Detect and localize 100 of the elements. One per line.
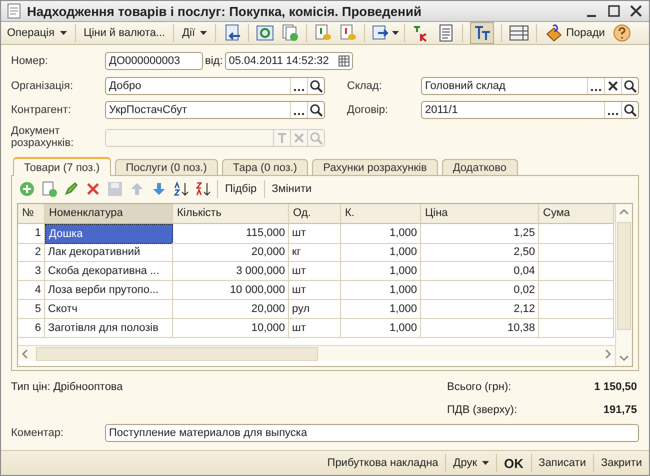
table-cell: 1,000 [341, 281, 421, 300]
total-label: ПДВ (зверху): [447, 404, 518, 416]
delete-icon[interactable] [85, 181, 101, 198]
search-icon[interactable] [307, 102, 324, 118]
table-cell: рул [289, 300, 341, 320]
horizontal-scrollbar[interactable] [18, 345, 615, 362]
caret-icon[interactable] [392, 31, 400, 36]
table-cell: 6 [18, 319, 45, 338]
copy-add-icon[interactable] [41, 181, 57, 198]
menu-button[interactable]: Ціни й валюта... [80, 25, 168, 42]
table-cell: шт [289, 319, 341, 338]
reference-field[interactable]: УкрПостачСбут [105, 101, 325, 120]
tab[interactable]: Тара (0 поз.) [222, 159, 308, 176]
table-cell: шт [289, 281, 341, 300]
column-header[interactable]: Кількість [173, 204, 289, 224]
document-arrow-icon[interactable] [372, 24, 390, 42]
sort-ascending-icon[interactable] [173, 181, 189, 198]
number-field[interactable]: ДО000000003 [105, 52, 203, 70]
field-label: Контрагент: [11, 104, 72, 116]
sort-descending-icon[interactable] [195, 181, 211, 198]
menu-button[interactable]: Дії [179, 25, 210, 42]
table-cell: Заготівля для полозів [45, 319, 173, 338]
more-icon[interactable] [604, 102, 621, 118]
vertical-scrollbar[interactable] [615, 204, 632, 366]
date-label: від: [205, 55, 223, 68]
field-label: Організація: [11, 80, 74, 92]
column-header[interactable]: Ціна [421, 204, 539, 224]
caret-icon [200, 31, 208, 36]
tab[interactable]: Послуги (0 поз.) [114, 159, 218, 176]
more-icon[interactable] [290, 102, 307, 118]
maximize-icon[interactable] [607, 4, 621, 18]
table-cell: 1,000 [341, 319, 421, 338]
action-button[interactable]: Прибуткова накладна [324, 455, 442, 472]
action-button[interactable]: Записати [536, 455, 589, 472]
price-type-label: Тип цін: Дрібнооптова [11, 381, 123, 396]
column-header[interactable]: Номенклатура [45, 204, 173, 224]
filter-tree-icon[interactable] [470, 22, 494, 44]
more-icon[interactable] [587, 78, 604, 94]
list-document-icon[interactable] [437, 24, 456, 42]
table-cell: Лак декоративний [45, 243, 173, 262]
pick-button[interactable]: Підбір [222, 181, 260, 198]
caret-icon [482, 461, 490, 466]
close-icon[interactable] [629, 4, 643, 18]
copy-add-icon[interactable] [281, 24, 300, 42]
search-icon[interactable] [621, 78, 638, 94]
field-label: Документ розрахунків: [11, 125, 75, 152]
table-cell: 0,04 [421, 262, 539, 282]
caret-icon [60, 31, 67, 36]
column-header[interactable]: К. [341, 204, 421, 224]
reference-field[interactable]: 2011/1 [421, 101, 639, 120]
table-cell: 5 [18, 300, 45, 320]
table-cell: 115,000 [173, 224, 289, 244]
document-icon [7, 3, 21, 20]
total-value: 1 150,50 [594, 381, 637, 394]
calendar-icon[interactable] [338, 55, 350, 68]
search-icon[interactable] [307, 78, 324, 94]
table-cell: 1,000 [341, 243, 421, 262]
total-value: 191,75 [603, 404, 637, 416]
reference-field[interactable]: Добро [105, 77, 325, 96]
menu-button[interactable]: Операція [4, 25, 70, 42]
action-button[interactable]: Друк [450, 455, 492, 472]
column-header[interactable]: Од. [289, 204, 341, 224]
action-button[interactable]: Закрити [598, 455, 645, 472]
table-cell: 1,000 [341, 300, 421, 320]
table-cell: 0,02 [421, 281, 539, 300]
table-cell: 1,000 [341, 224, 421, 244]
field-label: Склад: [347, 80, 383, 92]
table-cell: 10,38 [421, 319, 539, 338]
comment-label: Коментар: [11, 427, 64, 440]
table-cell: 4 [18, 281, 45, 300]
help-icon[interactable] [612, 24, 631, 42]
number-label: Номер: [11, 55, 49, 68]
pencil-icon[interactable] [63, 181, 79, 198]
table-cell: 1,25 [421, 224, 539, 244]
tab[interactable]: Товари (7 поз.) [13, 157, 111, 176]
column-header[interactable]: Сума [539, 204, 614, 224]
table-cell: 20,000 [173, 243, 289, 262]
reference-field[interactable]: Головний склад [421, 77, 639, 96]
field-label: Договір: [347, 104, 390, 116]
tab[interactable]: Рахунки розрахунків [312, 159, 438, 176]
table-cell: Лоза верби прутопо... [45, 281, 173, 300]
table-cell: 2,50 [421, 243, 539, 262]
tips-button[interactable]: Поради [542, 22, 608, 44]
table-cell: 10,000 [173, 319, 289, 338]
document-coins-icon[interactable] [339, 24, 358, 42]
table-cell: 3 [18, 262, 45, 282]
more-icon[interactable] [290, 78, 307, 94]
columns-icon[interactable] [509, 24, 530, 42]
table-cell: шт [289, 224, 341, 244]
comment-field[interactable]: Поступление материалов для выпуска [105, 424, 639, 442]
change-button[interactable]: Змінити [268, 181, 315, 198]
table-cell: Дошка [45, 224, 173, 244]
table-cell: Скотч [45, 300, 173, 320]
action-button[interactable]: OK [501, 454, 527, 473]
date-field[interactable]: 05.04.2011 14:52:32 [224, 52, 353, 70]
table-cell: Скоба декоративна ... [45, 262, 173, 282]
document-coins-icon[interactable] [314, 24, 332, 42]
arrow-down-icon[interactable] [151, 181, 167, 198]
search-icon[interactable] [621, 102, 638, 118]
tab[interactable]: Додатково [442, 159, 518, 176]
